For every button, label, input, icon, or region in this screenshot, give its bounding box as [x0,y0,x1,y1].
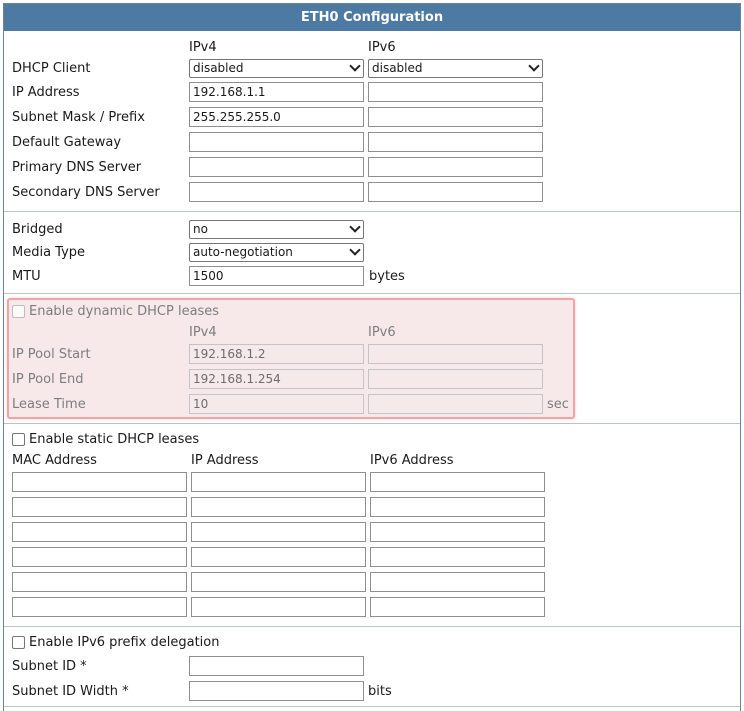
ip-address-input[interactable] [191,597,366,617]
media-type-value: auto-negotiation [193,245,293,259]
ip-pool-end-ipv6-input[interactable] [368,369,543,389]
ip-address-input[interactable] [191,522,366,542]
ipv4-column-header: IPv4 [189,40,217,55]
ip-address-column-header: IP Address [191,453,259,468]
section-divider [4,626,740,627]
bridged-select[interactable]: no [189,220,364,239]
ip-pool-end-label: IP Pool End [12,372,84,387]
subnet-id-width-label: Subnet ID Width * [12,684,129,699]
mtu-label: MTU [12,269,41,284]
enable-dynamic-dhcp-checkbox[interactable] [12,305,25,318]
dhcp-client-ipv6-value: disabled [372,61,423,75]
bridged-value: no [193,222,208,236]
ipv6-address-input[interactable] [370,472,545,492]
ipv6-column-header: IPv6 [368,40,396,55]
ip-address-input[interactable] [191,547,366,567]
enable-dynamic-dhcp-label: Enable dynamic DHCP leases [29,304,220,319]
secondary-dns-label: Secondary DNS Server [12,185,160,200]
chevron-down-icon [528,60,540,72]
section-divider [4,706,740,707]
default-gateway-ipv6-input[interactable] [368,132,543,152]
default-gateway-label: Default Gateway [12,135,122,150]
ipv6-address-input[interactable] [370,572,545,592]
mac-address-input[interactable] [12,547,187,567]
media-type-label: Media Type [12,245,86,260]
ip-address-ipv4-input[interactable]: 192.168.1.1 [189,82,364,102]
ip-address-ipv6-input[interactable] [368,82,543,102]
dhcp-client-label: DHCP Client [12,61,91,76]
bridged-label: Bridged [12,222,63,237]
mac-address-input[interactable] [12,597,187,617]
mtu-input[interactable]: 1500 [189,266,364,286]
ip-address-input[interactable] [191,497,366,517]
ipv6-address-input[interactable] [370,547,545,567]
subnet-id-width-unit: bits [368,684,392,699]
default-gateway-ipv4-input[interactable] [189,132,364,152]
primary-dns-ipv4-input[interactable] [189,157,364,177]
ipv6-address-column-header: IPv6 Address [370,453,454,468]
chevron-down-icon [349,221,361,233]
lease-time-unit: sec [547,397,569,412]
enable-prefix-delegation-checkbox[interactable] [12,636,25,649]
dhcp-client-ipv6-select[interactable]: disabled [368,59,543,78]
secondary-dns-ipv6-input[interactable] [368,182,543,202]
subnet-mask-label: Subnet Mask / Prefix [12,110,145,125]
lease-time-label: Lease Time [12,397,86,412]
mtu-unit: bytes [369,269,405,284]
panel-title: ETH0 Configuration [4,4,740,31]
primary-dns-ipv6-input[interactable] [368,157,543,177]
section-divider [4,211,740,212]
ip-address-label: IP Address [12,85,80,100]
dhcp-client-ipv4-value: disabled [193,61,244,75]
enable-prefix-delegation-label: Enable IPv6 prefix delegation [29,635,220,650]
secondary-dns-ipv4-input[interactable] [189,182,364,202]
chevron-down-icon [349,60,361,72]
ip-pool-start-label: IP Pool Start [12,347,91,362]
primary-dns-label: Primary DNS Server [12,160,142,175]
mac-address-input[interactable] [12,522,187,542]
ip-pool-start-ipv4-input[interactable]: 192.168.1.2 [189,344,364,364]
lease-time-ipv4-input[interactable]: 10 [189,394,364,414]
ipv6-address-input[interactable] [370,597,545,617]
ip-pool-start-ipv6-input[interactable] [368,344,543,364]
dhcp-client-ipv4-select[interactable]: disabled [189,59,364,78]
ip-address-input[interactable] [191,572,366,592]
pool-ipv4-column-header: IPv4 [189,325,217,340]
subnet-id-label: Subnet ID * [12,659,87,674]
ipv6-address-input[interactable] [370,522,545,542]
subnet-id-width-input[interactable] [189,681,364,701]
mac-address-column-header: MAC Address [12,453,97,468]
subnet-mask-ipv6-input[interactable] [368,107,543,127]
enable-static-dhcp-label: Enable static DHCP leases [29,432,200,447]
ipv6-address-input[interactable] [370,497,545,517]
lease-time-ipv6-input[interactable] [368,394,543,414]
mac-address-input[interactable] [12,497,187,517]
pool-ipv6-column-header: IPv6 [368,325,396,340]
chevron-down-icon [349,244,361,256]
ip-pool-end-ipv4-input[interactable]: 192.168.1.254 [189,369,364,389]
mac-address-input[interactable] [12,472,187,492]
subnet-id-input[interactable] [189,656,364,676]
ip-address-input[interactable] [191,472,366,492]
subnet-mask-ipv4-input[interactable]: 255.255.255.0 [189,107,364,127]
enable-static-dhcp-checkbox[interactable] [12,433,25,446]
section-divider [4,423,740,424]
eth0-config-panel: ETH0 Configuration IPv4 IPv6 DHCP Client… [3,3,741,711]
section-divider [4,293,740,294]
mac-address-input[interactable] [12,572,187,592]
media-type-select[interactable]: auto-negotiation [189,243,364,262]
